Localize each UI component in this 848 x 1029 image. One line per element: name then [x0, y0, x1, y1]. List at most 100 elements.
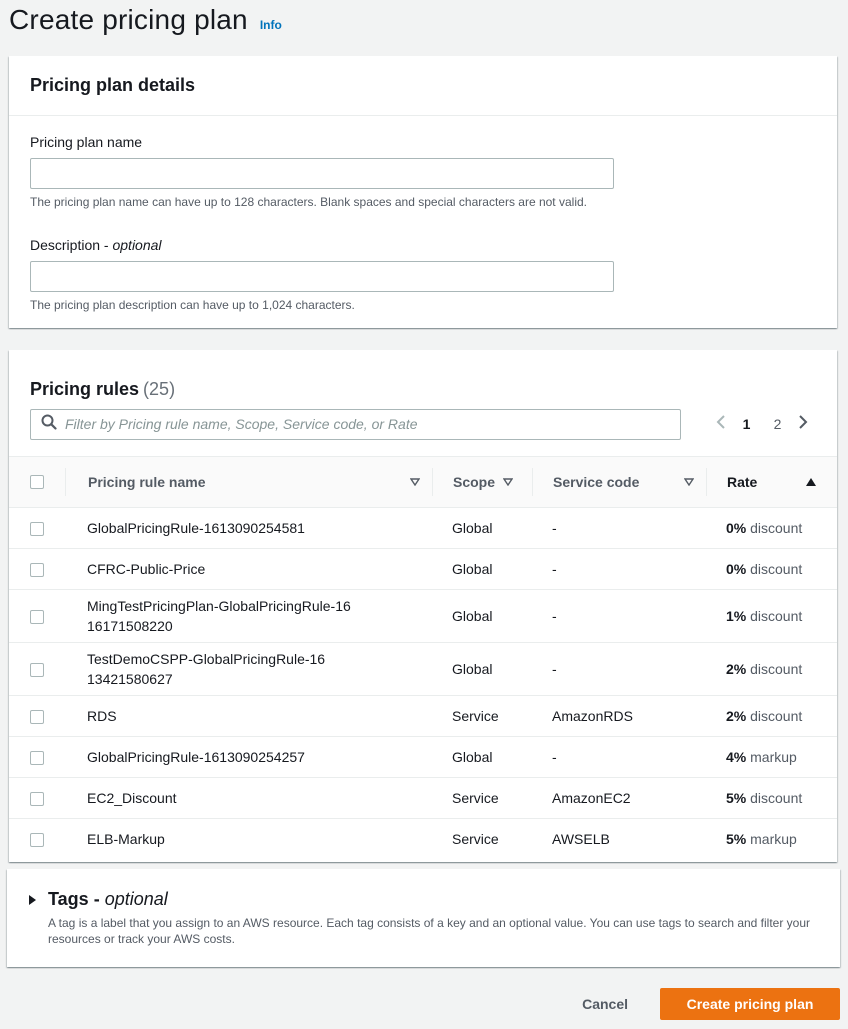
details-panel-title: Pricing plan details — [30, 75, 196, 95]
description-field: Description - optional The pricing plan … — [30, 237, 816, 312]
service-code-cell: - — [532, 642, 706, 696]
description-label: Description - optional — [30, 237, 162, 253]
pricing-rules-table: Pricing rule name Scope Service code Rat… — [9, 456, 837, 860]
table-row[interactable]: MingTestPricingPlan-GlobalPricingRule-16… — [9, 589, 837, 643]
rule-name-cell: EC2_Discount — [65, 777, 432, 819]
table-row[interactable]: EC2_Discount Service AmazonEC2 5% discou… — [9, 777, 837, 819]
create-pricing-plan-button[interactable]: Create pricing plan — [660, 988, 840, 1020]
rule-name-cell: GlobalPricingRule-1613090254581 — [65, 507, 432, 549]
page-title: Create pricing plan — [9, 4, 248, 35]
service-code-cell: - — [532, 589, 706, 643]
form-actions: Cancel Create pricing plan — [582, 988, 840, 1020]
rule-name-cell: CFRC-Public-Price — [65, 548, 432, 590]
tags-panel: Tags - optional A tag is a label that yo… — [7, 869, 840, 967]
service-code-cell: - — [532, 507, 706, 549]
column-rate-label: Rate — [727, 474, 758, 490]
service-code-cell: - — [532, 736, 706, 778]
rate-cell: 2% discount — [706, 642, 837, 696]
page-2-button[interactable]: 2 — [762, 416, 793, 432]
sort-down-icon — [410, 478, 420, 486]
rate-cell: 1% discount — [706, 589, 837, 643]
rate-cell: 0% discount — [706, 548, 837, 590]
next-page-icon[interactable] — [793, 414, 813, 435]
column-header-name[interactable]: Pricing rule name — [65, 456, 432, 508]
sort-down-icon — [684, 478, 694, 486]
service-code-cell: AmazonRDS — [532, 695, 706, 737]
tags-expand-toggle[interactable]: Tags - optional — [29, 889, 168, 910]
scope-cell: Global — [432, 507, 532, 549]
select-all-header — [9, 456, 65, 508]
row-checkbox[interactable] — [30, 751, 44, 766]
sort-down-icon — [503, 478, 514, 486]
pagination: 1 2 — [711, 414, 813, 435]
row-checkbox[interactable] — [30, 522, 44, 537]
row-checkbox[interactable] — [30, 610, 44, 625]
description-input[interactable] — [30, 261, 614, 292]
row-checkbox[interactable] — [30, 833, 44, 848]
rule-name-cell: GlobalPricingRule-1613090254257 — [65, 736, 432, 778]
filter-box[interactable] — [30, 408, 681, 440]
column-header-service-code[interactable]: Service code — [532, 456, 706, 508]
description-hint: The pricing plan description can have up… — [30, 298, 355, 312]
service-code-cell: AmazonEC2 — [532, 777, 706, 819]
search-icon — [41, 414, 57, 435]
table-toolbar: 1 2 — [30, 408, 820, 440]
sort-up-icon — [805, 477, 817, 487]
info-link[interactable]: Info — [260, 18, 282, 32]
page-1-button[interactable]: 1 — [731, 416, 762, 432]
scope-cell: Service — [452, 831, 499, 848]
rule-name-cell: MingTestPricingPlan-GlobalPricingRule-16… — [65, 589, 432, 643]
scope-cell: Global — [432, 642, 532, 696]
row-checkbox[interactable] — [30, 710, 44, 725]
row-checkbox[interactable] — [30, 663, 44, 678]
tags-title: Tags - optional — [48, 889, 168, 909]
column-header-scope[interactable]: Scope — [432, 456, 532, 508]
rate-cell: 5% discount — [706, 777, 837, 819]
tags-description: A tag is a label that you assign to an A… — [48, 916, 811, 946]
row-checkbox[interactable] — [30, 563, 44, 578]
table-row[interactable]: RDS Service AmazonRDS 2% discount — [9, 695, 837, 737]
column-scope-label: Scope — [453, 474, 496, 490]
select-all-checkbox[interactable] — [30, 475, 44, 489]
scope-cell: Global — [432, 548, 532, 590]
details-panel-header: Pricing plan details — [9, 56, 837, 116]
pricing-rules-title: Pricing rules (25) — [30, 379, 176, 399]
pricing-rules-panel: Pricing rules(25) 1 2 — [9, 350, 837, 862]
rate-cell: 4% markup — [706, 736, 837, 778]
table-row[interactable]: TestDemoCSPP-GlobalPricingRule-161342158… — [9, 642, 837, 696]
pricing-plan-name-label: Pricing plan name — [30, 134, 143, 150]
caret-right-icon — [29, 894, 36, 905]
scope-cell: Service — [432, 695, 532, 737]
pricing-plan-name-field: Pricing plan name The pricing plan name … — [30, 134, 816, 209]
scope-cell: Global — [432, 736, 532, 778]
column-code-label: Service code — [553, 474, 640, 490]
pricing-plan-details-panel: Pricing plan details Pricing plan name T… — [9, 56, 837, 328]
rule-name-cell: RDS — [65, 695, 432, 737]
service-code-cell: AWSELB — [552, 831, 610, 848]
pricing-rules-header: Pricing rules (25) — [9, 350, 837, 410]
scope-cell: Global — [432, 589, 532, 643]
table-header-row: Pricing rule name Scope Service code Rat… — [9, 456, 837, 508]
rule-name-cell: TestDemoCSPP-GlobalPricingRule-161342158… — [65, 642, 432, 696]
table-row[interactable]: GlobalPricingRule-1613090254581 Global -… — [9, 507, 837, 549]
pricing-plan-name-input[interactable] — [30, 158, 614, 189]
table-row[interactable]: CFRC-Public-Price Global - 0% discount — [9, 548, 837, 590]
cancel-button[interactable]: Cancel — [582, 996, 628, 1012]
table-row[interactable]: GlobalPricingRule-1613090254257 Global -… — [9, 736, 837, 778]
column-header-rate[interactable]: Rate — [706, 456, 837, 508]
filter-input[interactable] — [65, 416, 665, 432]
pricing-rules-count: (25) — [143, 379, 176, 399]
page-header: Create pricing plan Info — [9, 4, 282, 36]
table-row[interactable]: ELB-Markup Service AWSELB 5% markup — [9, 819, 837, 860]
description-optional-text: optional — [112, 237, 162, 253]
service-code-cell: - — [532, 548, 706, 590]
column-name-label: Pricing rule name — [88, 474, 206, 490]
rule-name-cell: ELB-Markup — [87, 831, 165, 848]
row-checkbox[interactable] — [30, 792, 44, 807]
rate-cell: 0% discount — [706, 507, 837, 549]
rate-cell: 2% discount — [706, 695, 837, 737]
pricing-plan-name-hint: The pricing plan name can have up to 128… — [30, 195, 587, 209]
scope-cell: Service — [432, 777, 532, 819]
rate-cell: 5% markup — [726, 831, 797, 848]
previous-page-icon[interactable] — [711, 414, 731, 435]
